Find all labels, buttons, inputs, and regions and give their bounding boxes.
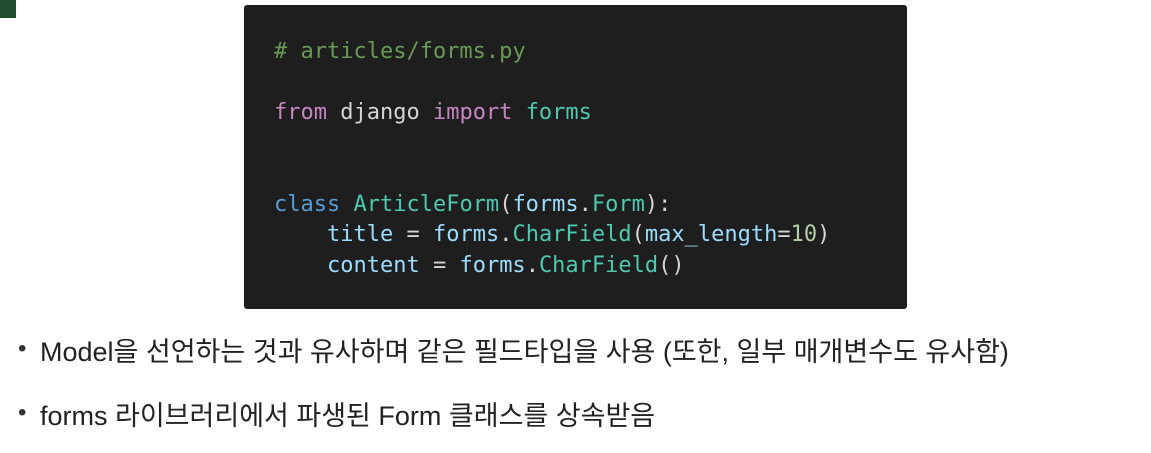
code-token: forms (459, 252, 526, 278)
code-token: . (499, 222, 513, 247)
code-token: = (419, 252, 460, 278)
code-token: CharField (512, 222, 632, 247)
code-token: = (777, 222, 791, 247)
code-token: Form (591, 191, 645, 217)
bullet-list: • Model을 선언하는 것과 유사하며 같은 필드타입을 사용 (또한, 일… (18, 322, 1148, 450)
code-line: # articles/forms.py (274, 37, 907, 68)
code-line: class ArticleForm(forms.Form): (274, 190, 907, 221)
bullet-item: • Model을 선언하는 것과 유사하며 같은 필드타입을 사용 (또한, 일… (18, 322, 1148, 376)
code-token: forms (432, 222, 500, 247)
code-token: django (326, 100, 433, 125)
code-token: class (274, 191, 341, 217)
code-token: content (326, 252, 420, 278)
code-token: CharField (538, 252, 659, 278)
bullet-text: forms 라이브러리에서 파생된 Form 클래스를 상속받음 (40, 400, 656, 431)
code-line: title = forms.CharField(max_length=10) (274, 220, 907, 251)
code-token: ( (499, 191, 513, 217)
code-token: . (578, 191, 592, 217)
code-token: ): (644, 191, 672, 217)
code-token: ) (817, 222, 831, 247)
code-line: content = forms.CharField() (274, 251, 907, 282)
code-token: forms (525, 100, 592, 125)
code-token: . (525, 252, 539, 278)
code-token: forms (512, 191, 579, 217)
code-token: ( (631, 222, 645, 247)
code-line: from django import forms (274, 98, 907, 129)
code-token: max_length (644, 222, 778, 247)
code-token: ArticleForm (353, 191, 500, 217)
code-token: = (393, 222, 433, 247)
code-token: from (274, 100, 327, 125)
code-token: import (432, 100, 513, 125)
code-token: title (326, 222, 394, 247)
bullet-item: • forms 라이브러리에서 파생된 Form 클래스를 상속받음 (18, 386, 1148, 440)
code-token: () (658, 252, 685, 278)
bullet-dot: • (18, 335, 27, 362)
code-token: 10 (790, 222, 818, 247)
bullet-dot: • (18, 399, 27, 426)
bullet-text: Model을 선언하는 것과 유사하며 같은 필드타입을 사용 (또한, 일부 … (40, 336, 1009, 367)
code-token: # articles/forms.py (274, 39, 526, 64)
accent-bar (0, 0, 16, 18)
code-block: # articles/forms.py from django import fo… (244, 5, 907, 309)
